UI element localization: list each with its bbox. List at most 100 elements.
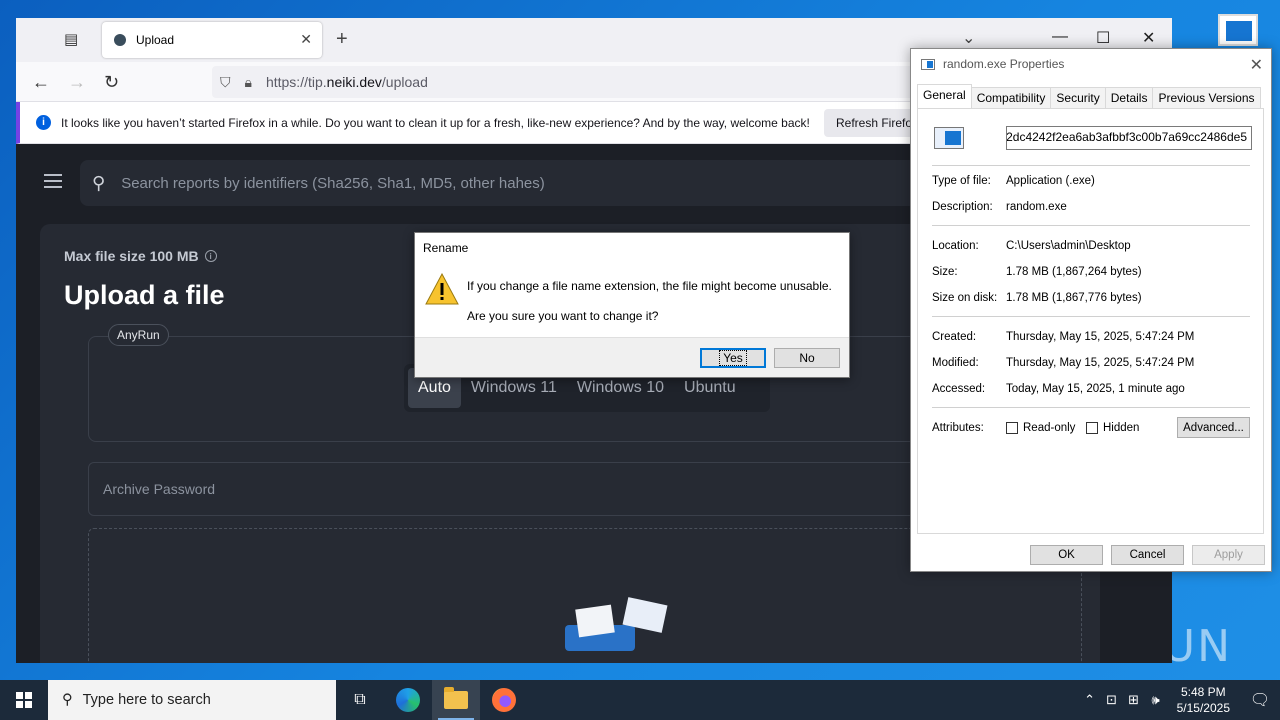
type-label: Type of file: (932, 175, 991, 187)
clock[interactable]: 5:48 PM 5/15/2025 (1167, 684, 1240, 716)
start-button[interactable] (0, 680, 48, 720)
anyrun-chip[interactable]: AnyRun (108, 324, 169, 346)
chevron-up-icon[interactable]: ⌃ (1079, 692, 1101, 708)
maximize-icon[interactable]: ☐ (1096, 28, 1110, 48)
search-placeholder: Search reports by identifiers (Sha256, S… (121, 174, 545, 192)
file-properties-dialog: random.exe Properties ✕ General Compatib… (910, 48, 1272, 572)
forward-icon[interactable]: → (68, 72, 86, 93)
volume-icon[interactable]: 🕪︎ (1145, 692, 1167, 708)
tab-title: Upload (136, 33, 175, 47)
created-label: Created: (932, 331, 977, 343)
network-icon[interactable]: ⊞ (1123, 692, 1145, 708)
divider (932, 407, 1250, 408)
attributes-label: Attributes: (932, 422, 984, 434)
desktop-file-icon[interactable] (1218, 14, 1258, 46)
url-prefix: https://tip. (265, 74, 327, 90)
no-button[interactable]: No (774, 348, 840, 368)
info-icon: i (36, 115, 51, 130)
exe-file-icon (921, 58, 935, 70)
search-icon: ⚲ (92, 172, 106, 193)
url-text: https://tip.neiki.dev/upload (266, 74, 428, 90)
checkbox-box[interactable] (1006, 422, 1018, 434)
task-view-icon: ⧉ (354, 691, 366, 708)
close-tab-icon[interactable]: ✕ (300, 31, 312, 48)
rename-confirm-dialog: Rename If you change a file name extensi… (414, 232, 850, 378)
divider (932, 316, 1250, 317)
dialog-titlebar: random.exe Properties ✕ (911, 49, 1271, 79)
modified-value: Thursday, May 15, 2025, 5:47:24 PM (1006, 357, 1195, 369)
clock-time: 5:48 PM (1180, 685, 1226, 699)
folder-icon (444, 687, 468, 709)
file-explorer-button[interactable] (432, 680, 480, 720)
type-value: Application (.exe) (1006, 175, 1095, 187)
warning-message: If you change a file name extension, the… (467, 279, 832, 293)
tab-upload[interactable]: Upload ✕ (102, 22, 322, 58)
checkbox-box[interactable] (1086, 422, 1098, 434)
confirm-question: Are you sure you want to change it? (467, 309, 659, 323)
size-label: Size: (932, 266, 958, 278)
accessed-label: Accessed: (932, 383, 986, 395)
apply-button[interactable]: Apply (1192, 545, 1265, 565)
chevron-down-icon[interactable]: ⌄ (962, 28, 975, 48)
taskbar-search-input[interactable]: ⚲ Type here to search (48, 680, 336, 720)
tab-general[interactable]: General (917, 84, 972, 108)
new-tab-icon[interactable]: + (336, 28, 348, 51)
task-view-button[interactable]: ⧉ (336, 680, 384, 720)
divider (932, 165, 1250, 166)
lock-icon[interactable]: 🔒︎ (245, 74, 252, 91)
search-icon: ⚲ (62, 692, 73, 708)
hidden-checkbox[interactable]: Hidden (1086, 422, 1139, 434)
divider (932, 225, 1250, 226)
upload-illustration (565, 597, 675, 651)
edge-icon (396, 688, 420, 712)
page-title: Upload a file (64, 280, 225, 310)
minimize-icon[interactable]: — (1052, 28, 1068, 46)
dialog-footer: Yes No (415, 337, 849, 377)
location-value: C:\Users\admin\Desktop (1006, 240, 1131, 252)
shield-icon[interactable]: ⛉ (220, 74, 231, 91)
max-file-size: Max file size 100 MB i (64, 248, 217, 264)
close-window-icon[interactable]: ✕ (1142, 28, 1155, 48)
url-host: neiki.dev (326, 74, 382, 90)
dialog-title: random.exe Properties (943, 57, 1065, 71)
clock-date: 5/15/2025 (1176, 701, 1230, 715)
yes-label: Yes (719, 350, 747, 366)
tab-details[interactable]: Details (1104, 87, 1154, 108)
tab-list-icon[interactable]: ▤ (64, 30, 84, 50)
devices-icon[interactable]: ⊡ (1101, 692, 1123, 708)
notification-icon[interactable]: 🗨︎ (1240, 690, 1280, 710)
menu-icon[interactable] (44, 174, 62, 188)
size-on-disk-label: Size on disk: (932, 292, 998, 304)
close-icon[interactable]: ✕ (1250, 55, 1263, 75)
warning-icon (425, 273, 459, 305)
windows-logo-icon (16, 692, 32, 708)
tab-previous-versions[interactable]: Previous Versions (1152, 87, 1261, 108)
size-on-disk-value: 1.78 MB (1,867,776 bytes) (1006, 292, 1142, 304)
url-path: /upload (381, 74, 428, 90)
yes-button[interactable]: Yes (700, 348, 766, 368)
general-panel: 3ae24b47652dc4242f2ea6ab3afbbf3c00b7a69c… (917, 108, 1264, 534)
firefox-button[interactable] (480, 680, 528, 720)
accessed-value: Today, May 15, 2025, 1 minute ago (1006, 383, 1185, 395)
taskbar: ⚲ Type here to search ⧉ ⌃ ⊡ ⊞ 🕪︎ 5:48 PM… (0, 680, 1280, 720)
reload-icon[interactable]: ↻ (104, 72, 119, 93)
readonly-checkbox[interactable]: Read-only (1006, 422, 1075, 434)
size-value: 1.78 MB (1,867,264 bytes) (1006, 266, 1142, 278)
favicon-icon (114, 34, 126, 46)
tab-compatibility[interactable]: Compatibility (970, 87, 1052, 108)
edge-button[interactable] (384, 680, 432, 720)
back-icon[interactable]: ← (32, 72, 50, 93)
advanced-button[interactable]: Advanced... (1177, 417, 1250, 438)
cancel-button[interactable]: Cancel (1111, 545, 1184, 565)
description-value: random.exe (1006, 201, 1067, 213)
modified-label: Modified: (932, 357, 979, 369)
search-placeholder: Type here to search (82, 692, 211, 708)
ok-button[interactable]: OK (1030, 545, 1103, 565)
info-icon[interactable]: i (204, 250, 217, 262)
readonly-label: Read-only (1023, 422, 1076, 434)
created-value: Thursday, May 15, 2025, 5:47:24 PM (1006, 331, 1195, 343)
file-name-field[interactable]: 3ae24b47652dc4242f2ea6ab3afbbf3c00b7a69c… (1006, 126, 1252, 150)
url-bar[interactable]: ⛉ 🔒︎ https://tip.neiki.dev/upload (212, 66, 992, 98)
tab-security[interactable]: Security (1050, 87, 1106, 108)
properties-tabs: General Compatibility Security Details P… (917, 84, 1261, 108)
